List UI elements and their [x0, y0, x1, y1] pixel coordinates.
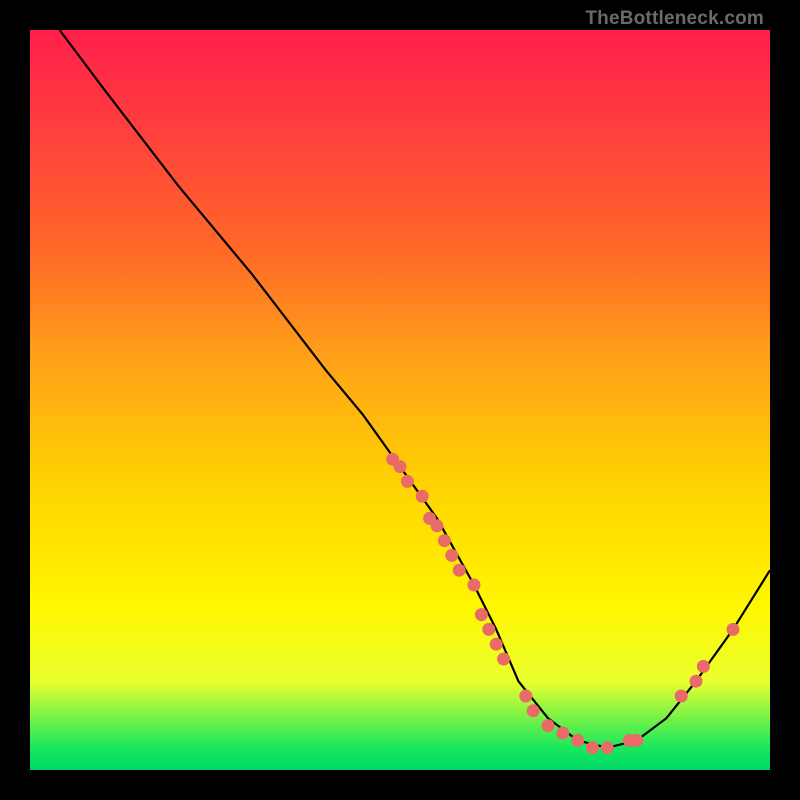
data-marker	[490, 638, 503, 651]
bottleneck-curve	[60, 30, 770, 748]
data-marker	[675, 690, 688, 703]
data-marker	[727, 623, 740, 636]
curve-svg	[30, 30, 770, 770]
data-marker	[697, 660, 710, 673]
data-marker	[542, 719, 555, 732]
data-marker	[438, 534, 451, 547]
data-marker	[475, 608, 488, 621]
data-marker	[401, 475, 414, 488]
data-marker	[416, 490, 429, 503]
data-marker	[482, 623, 495, 636]
plot-area	[30, 30, 770, 770]
marker-group	[386, 453, 739, 755]
data-marker	[690, 675, 703, 688]
chart-container: TheBottleneck.com	[0, 0, 800, 800]
data-marker	[468, 579, 481, 592]
data-marker	[556, 727, 569, 740]
data-marker	[445, 549, 458, 562]
data-marker	[601, 741, 614, 754]
data-marker	[571, 734, 584, 747]
data-marker	[394, 460, 407, 473]
data-marker	[519, 690, 532, 703]
data-marker	[431, 519, 444, 532]
data-marker	[497, 653, 510, 666]
data-marker	[527, 704, 540, 717]
data-marker	[630, 734, 643, 747]
data-marker	[453, 564, 466, 577]
data-marker	[586, 741, 599, 754]
watermark-text: TheBottleneck.com	[585, 8, 764, 30]
